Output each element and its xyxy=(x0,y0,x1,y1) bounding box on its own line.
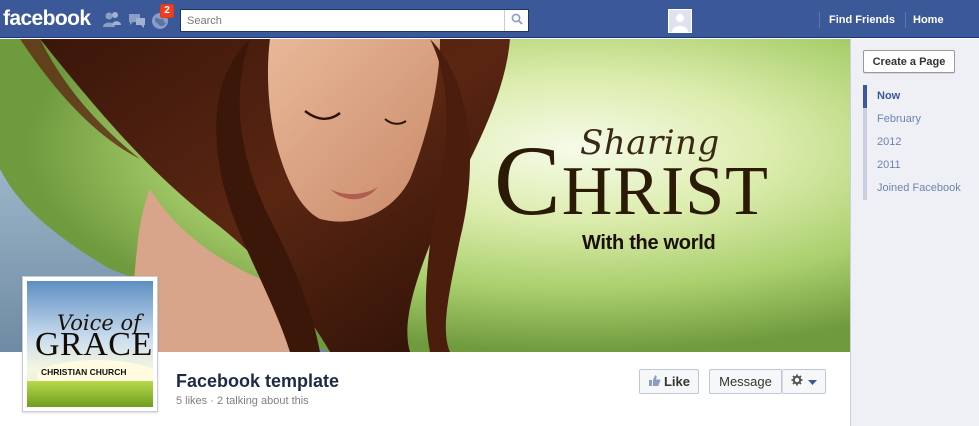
cover-tagline-christ-initial: C xyxy=(494,125,562,236)
timeline-item-2012[interactable]: 2012 xyxy=(863,131,973,154)
cover-tagline-world: With the world xyxy=(582,232,716,254)
divider xyxy=(905,12,906,28)
right-rail: Create a Page Now February 2012 2011 Joi… xyxy=(850,39,979,426)
friend-requests-icon[interactable] xyxy=(101,9,123,31)
like-button-label: Like xyxy=(663,374,690,389)
search-icon xyxy=(511,12,523,30)
chevron-down-icon xyxy=(808,374,817,389)
search-input[interactable] xyxy=(181,10,503,31)
facebook-page: facebook 2 Search Find Friends Home Shar… xyxy=(0,0,979,426)
divider xyxy=(819,12,820,28)
page-title[interactable]: Facebook template xyxy=(176,371,339,392)
messages-icon[interactable] xyxy=(126,9,148,31)
gear-icon xyxy=(791,374,803,389)
notifications-badge[interactable]: 2 xyxy=(160,4,174,18)
thumbs-up-icon xyxy=(648,374,661,390)
message-button[interactable]: Message xyxy=(709,369,782,394)
profile-picture-image: Voice of GRACE CHRISTIAN CHURCH xyxy=(27,281,153,407)
home-link[interactable]: Home xyxy=(913,0,944,38)
user-avatar[interactable] xyxy=(668,9,692,33)
cover-tagline-christ: CHRIST xyxy=(494,131,769,232)
page-settings-button[interactable] xyxy=(782,369,826,394)
timeline-item-2011[interactable]: 2011 xyxy=(863,154,973,177)
profile-text-grace: GRACE xyxy=(35,326,153,363)
search-box xyxy=(180,9,529,32)
like-button[interactable]: Like xyxy=(639,369,699,394)
top-bar: facebook 2 Search Find Friends Home xyxy=(0,0,979,38)
find-friends-link[interactable]: Find Friends xyxy=(829,0,895,38)
search-button[interactable] xyxy=(504,10,528,31)
create-page-button[interactable]: Create a Page xyxy=(863,50,955,73)
timeline-item-now[interactable]: Now xyxy=(863,85,973,108)
profile-text-church: CHRISTIAN CHURCH xyxy=(41,367,127,377)
timeline-item-joined[interactable]: Joined Facebook xyxy=(863,177,973,200)
timeline-nav: Now February 2012 2011 Joined Facebook xyxy=(863,85,973,200)
cover-tagline-christ-rest: HRIST xyxy=(561,153,769,230)
profile-picture[interactable]: Voice of GRACE CHRISTIAN CHURCH xyxy=(22,276,158,412)
page-stats[interactable]: 5 likes · 2 talking about this xyxy=(176,395,309,407)
timeline-item-february[interactable]: February xyxy=(863,108,973,131)
facebook-logo[interactable]: facebook xyxy=(3,6,91,32)
